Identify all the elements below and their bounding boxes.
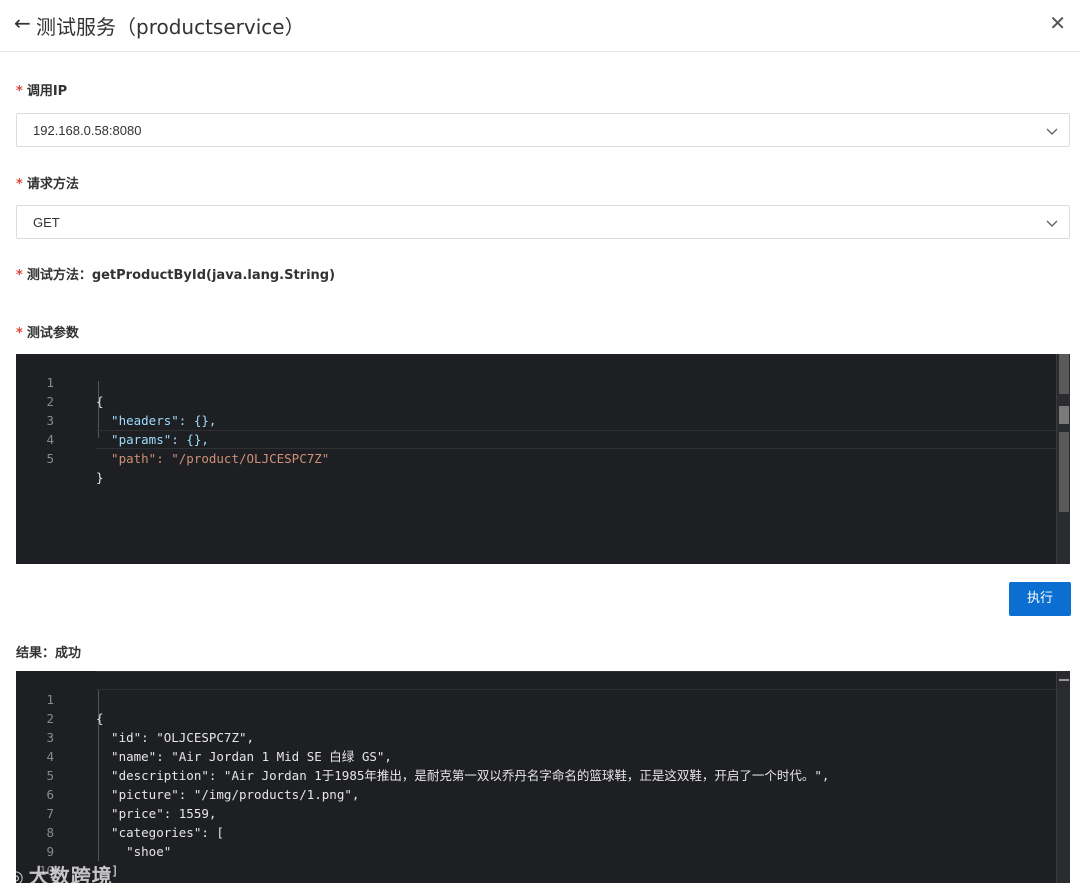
method-select[interactable]: GET <box>16 205 1070 239</box>
page-title: 测试服务（productservice） <box>36 15 305 39</box>
code-line: 6 "price": 1559, <box>46 787 217 821</box>
method-label: * 请求方法 <box>16 173 79 192</box>
method-label-text: 请求方法 <box>26 177 79 192</box>
result-editor[interactable]: 1 { 2 "id": "OLJCESPC7Z", 3 "name": "Air… <box>16 671 1070 883</box>
required-mark: * <box>16 177 23 192</box>
test-method-text: 测试方法：getProductById(java.lang.String) <box>26 268 336 283</box>
code-line: 5 "picture": "/img/products/1.png", <box>46 768 360 802</box>
editor-scrollbar[interactable] <box>1056 671 1070 883</box>
watermark-logo-icon: ◎ <box>8 867 25 888</box>
code-line: 8 "shoe" <box>46 825 172 859</box>
chevron-down-icon <box>1046 220 1058 227</box>
watermark-text: 大数跨境 <box>28 864 113 888</box>
code-line: 3 "params": {}, <box>46 413 209 447</box>
arrow-left-icon[interactable]: ← <box>14 11 31 35</box>
watermark: ◎ 大数跨境 <box>8 860 113 889</box>
code-line: 3 "name": "Air Jordan 1 Mid SE 白绿 GS", <box>46 730 392 764</box>
params-label: * 测试参数 <box>16 322 79 341</box>
code-line: 4 "description": "Air Jordan 1于1985年推出，是… <box>46 749 830 783</box>
ip-label: * 调用IP <box>16 80 67 99</box>
ip-label-text: 调用IP <box>26 84 68 99</box>
required-mark: * <box>16 84 23 99</box>
code-line: 9 ] <box>46 844 119 878</box>
code-line: 4 "path": "/product/OLJCESPC7Z" <box>46 432 330 466</box>
code-line: 1 { <box>46 375 104 409</box>
close-icon[interactable]: ✕ <box>1049 11 1066 35</box>
params-label-text: 测试参数 <box>26 326 79 341</box>
required-mark: * <box>16 326 23 341</box>
method-select-value: GET <box>33 215 60 230</box>
editor-scrollbar[interactable] <box>1056 354 1070 564</box>
code-line: 2 "id": "OLJCESPC7Z", <box>46 711 255 745</box>
drawer-header: ← 测试服务（productservice） ✕ <box>0 0 1080 52</box>
required-mark: * <box>16 268 23 283</box>
code-line: 7 "categories": [ <box>46 806 224 840</box>
execute-button[interactable]: 执行 <box>1009 582 1071 616</box>
ip-select[interactable]: 192.168.0.58:8080 <box>16 113 1070 147</box>
code-line: 1 { <box>46 692 104 726</box>
code-line: 5 } <box>46 451 104 485</box>
result-label: 结果：成功 <box>16 646 82 661</box>
ip-select-value: 192.168.0.58:8080 <box>33 123 142 138</box>
chevron-down-icon <box>1046 128 1058 135</box>
code-line: 10 } <box>38 863 104 883</box>
code-line: 2 "headers": {}, <box>46 394 217 428</box>
params-editor[interactable]: 1 { 2 "headers": {}, 3 "params": {}, 4 "… <box>16 354 1070 564</box>
test-method-label: * 测试方法：getProductById(java.lang.String) <box>16 264 335 283</box>
